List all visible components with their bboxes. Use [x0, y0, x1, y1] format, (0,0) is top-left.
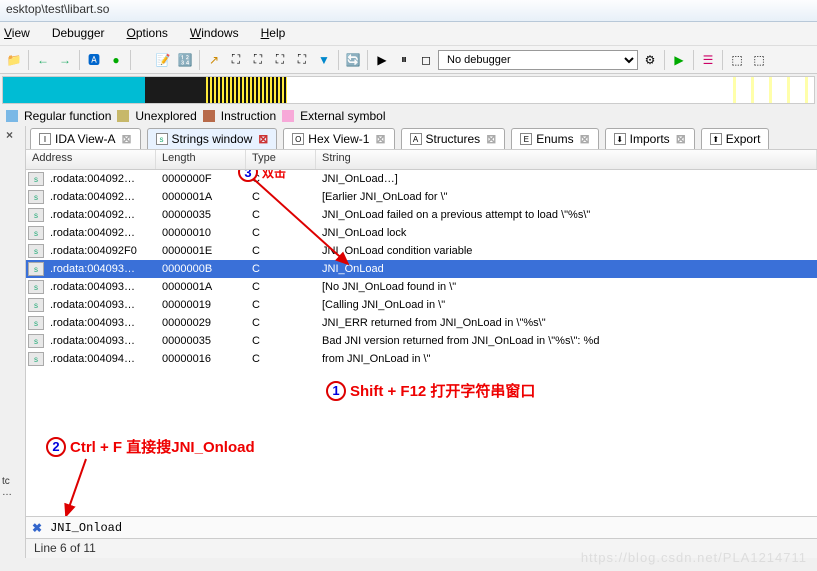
tab-exports[interactable]: ⬆ Export	[701, 128, 770, 149]
tab-structures[interactable]: A Structures ⊠	[401, 128, 506, 149]
menu-view[interactable]: View	[0, 24, 34, 43]
table-row[interactable]: s .rodata:004093… 00000035 C Bad JNI ver…	[26, 332, 817, 350]
imports-icon: ⬇	[614, 133, 626, 145]
table-row[interactable]: s .rodata:004092F0 0000001E C JNI_OnLoad…	[26, 242, 817, 260]
menu-options[interactable]: Options	[123, 24, 172, 43]
swatch-regular	[6, 110, 18, 122]
window-titlebar: esktop\test\libart.so	[0, 0, 817, 22]
table-row[interactable]: s .rodata:004093… 00000029 C JNI_ERR ret…	[26, 314, 817, 332]
string-icon: s	[28, 208, 44, 222]
forward-icon[interactable]: →	[55, 50, 75, 70]
string-icon: s	[28, 352, 44, 366]
table-row[interactable]: s .rodata:004093… 00000019 C [Calling JN…	[26, 296, 817, 314]
strings-icon: s	[156, 133, 168, 145]
col-string[interactable]: String	[316, 150, 817, 169]
stop-icon[interactable]: ◻	[416, 50, 436, 70]
annotation-1: 1Shift + F12 打开字符串窗口	[326, 380, 535, 401]
list-icon[interactable]: ☰	[698, 50, 718, 70]
table-row[interactable]: s .rodata:004092… 00000035 C JNI_OnLoad …	[26, 206, 817, 224]
tab-bar: I IDA View-A ⊠ s Strings window ⊠ O Hex …	[26, 126, 817, 150]
struct-icon[interactable]: ⬚	[727, 50, 747, 70]
table-row[interactable]: s .rodata:004092… 00000010 C JNI_OnLoad …	[26, 224, 817, 242]
string-icon: s	[28, 226, 44, 240]
binary-icon[interactable]: 🔢	[175, 50, 195, 70]
nav2-icon[interactable]: ⛶	[248, 50, 268, 70]
watermark: https://blog.csdn.net/PLA1214711	[581, 550, 807, 565]
record-icon[interactable]: ●	[106, 50, 126, 70]
col-type[interactable]: Type	[246, 150, 316, 169]
swatch-unexplored	[117, 110, 129, 122]
text-icon[interactable]: 📝	[153, 50, 173, 70]
tool-a-icon[interactable]: 🅰	[84, 50, 104, 70]
tab-close-icon[interactable]: ⊠	[486, 132, 496, 146]
string-icon: s	[28, 280, 44, 294]
search-bar: ✖	[26, 516, 817, 538]
refresh-icon[interactable]: 🔄	[343, 50, 363, 70]
exports-icon: ⬆	[710, 133, 722, 145]
table-row[interactable]: s .rodata:004094… 00000016 C from JNI_On…	[26, 350, 817, 368]
tab-close-icon[interactable]: ⊠	[121, 132, 131, 146]
string-icon: s	[28, 334, 44, 348]
table-row[interactable]: s .rodata:004092… 0000001A C [Earlier JN…	[26, 188, 817, 206]
debugger-select[interactable]: No debugger	[438, 50, 638, 70]
nav3-icon[interactable]: ⛶	[270, 50, 290, 70]
list-header: Address Length Type String	[26, 150, 817, 170]
back-icon[interactable]: ←	[33, 50, 53, 70]
navigation-band[interactable]	[2, 76, 815, 104]
string-icon: s	[28, 316, 44, 330]
open-icon[interactable]: 📁	[4, 50, 24, 70]
menu-windows[interactable]: Windows	[186, 24, 243, 43]
struct-tab-icon: A	[410, 133, 422, 145]
search-input[interactable]	[50, 521, 811, 535]
tab-close-icon[interactable]: ⊠	[580, 132, 590, 146]
table-row[interactable]: s .rodata:004092… 0000000F C JNI_OnLoad……	[26, 170, 817, 188]
tab-close-icon[interactable]: ⊠	[258, 132, 268, 146]
tab-close-icon[interactable]: ⊠	[375, 132, 385, 146]
filter-icon[interactable]: ▼	[314, 50, 334, 70]
play-icon[interactable]: ▶	[372, 50, 392, 70]
jump-icon[interactable]: ↗	[204, 50, 224, 70]
swatch-instruction	[203, 110, 215, 122]
hex-icon: O	[292, 133, 304, 145]
close-icon[interactable]: ×	[6, 128, 13, 142]
tab-ida-view[interactable]: I IDA View-A ⊠	[30, 128, 141, 149]
string-icon: s	[28, 172, 44, 186]
ida-icon: I	[39, 133, 51, 145]
table-row[interactable]: s .rodata:004093… 0000001A C [No JNI_OnL…	[26, 278, 817, 296]
tab-imports[interactable]: ⬇ Imports ⊠	[605, 128, 695, 149]
tab-hex[interactable]: O Hex View-1 ⊠	[283, 128, 394, 149]
clear-search-icon[interactable]: ✖	[32, 521, 42, 535]
swatch-external	[282, 110, 294, 122]
col-address[interactable]: Address	[26, 150, 156, 169]
enums-icon: E	[520, 133, 532, 145]
string-icon: s	[28, 244, 44, 258]
menu-help[interactable]: Help	[257, 24, 290, 43]
struct2-icon[interactable]: ⬚	[749, 50, 769, 70]
string-icon: s	[28, 190, 44, 204]
toolbar: 📁 ← → 🅰 ● 📝 🔢 ↗ ⛶ ⛶ ⛶ ⛶ ▼ 🔄 ▶ ⏸ ◻ No deb…	[0, 46, 817, 74]
string-icon: s	[28, 262, 44, 276]
annotation-2: 2Ctrl + F 直接搜JNI_Onload	[46, 436, 255, 457]
string-icon: s	[28, 298, 44, 312]
legend: Regular function Unexplored Instruction …	[0, 106, 817, 126]
side-label: tc…	[2, 476, 12, 498]
nav1-icon[interactable]: ⛶	[226, 50, 246, 70]
menu-debugger[interactable]: Debugger	[48, 24, 109, 43]
tab-enums[interactable]: E Enums ⊠	[511, 128, 598, 149]
table-row[interactable]: s .rodata:004093… 0000000B C JNI_OnLoad	[26, 260, 817, 278]
window-title: esktop\test\libart.so	[6, 2, 109, 16]
nav4-icon[interactable]: ⛶	[292, 50, 312, 70]
tab-close-icon[interactable]: ⊠	[676, 132, 686, 146]
cfg-icon[interactable]: ⚙	[640, 50, 660, 70]
left-dock: × tc…	[0, 126, 26, 558]
menu-bar: View Debugger Options Windows Help	[0, 22, 817, 46]
tab-strings[interactable]: s Strings window ⊠	[147, 128, 278, 149]
pause-icon[interactable]: ⏸	[394, 50, 414, 70]
col-length[interactable]: Length	[156, 150, 246, 169]
strings-list[interactable]: s .rodata:004092… 0000000F C JNI_OnLoad……	[26, 170, 817, 516]
run-icon[interactable]: ▶	[669, 50, 689, 70]
